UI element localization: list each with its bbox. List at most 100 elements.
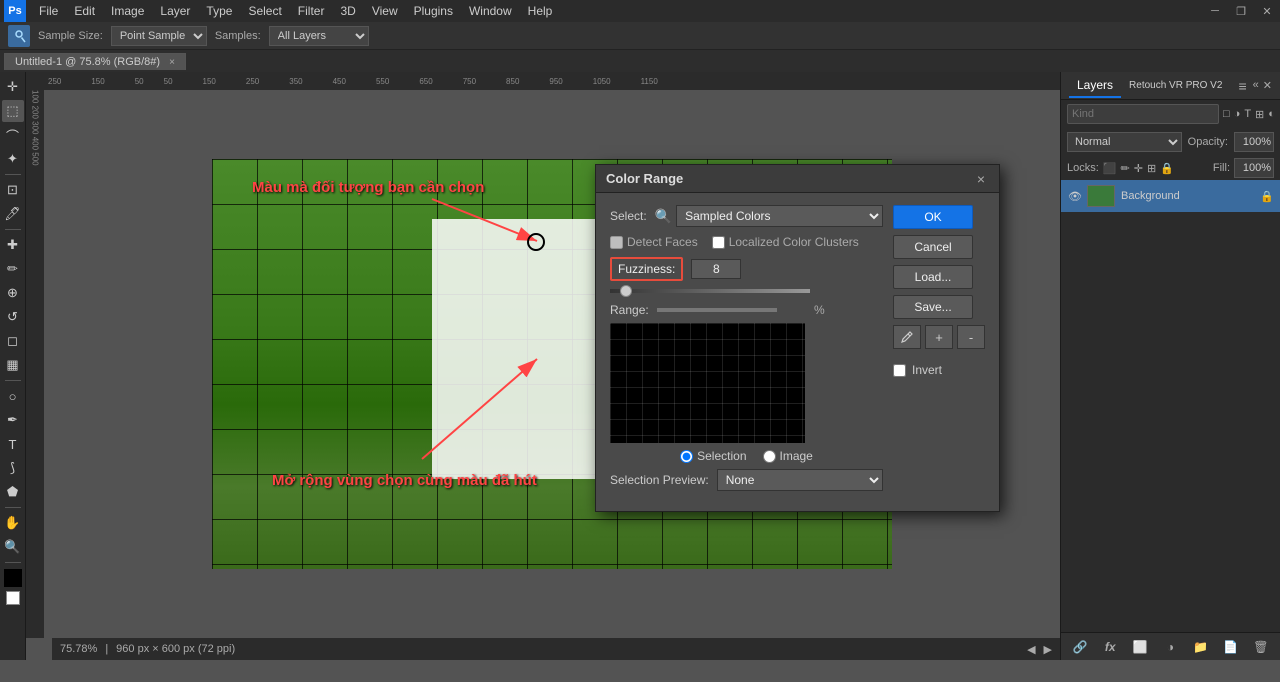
invert-label: Invert [912, 363, 942, 377]
menu-view[interactable]: View [365, 2, 405, 20]
blend-row: Normal Opacity: [1061, 128, 1280, 156]
filter-type-icon[interactable]: T [1244, 105, 1251, 123]
fuzziness-input[interactable] [691, 259, 741, 279]
color-range-dialog[interactable]: Color Range × Select: 🔍 Sampled Colors R… [595, 164, 1000, 512]
eyedropper-subtract-icon[interactable]: - [957, 325, 985, 349]
tab-close-btn[interactable]: × [169, 57, 175, 68]
lasso-tool[interactable]: ⌒ [2, 124, 24, 146]
selection-preview-label: Selection Preview: [610, 473, 709, 487]
eraser-tool[interactable]: ◻ [2, 330, 24, 352]
sample-size-select[interactable]: Point Sample [111, 26, 207, 46]
menu-file[interactable]: File [32, 2, 65, 20]
history-tool[interactable]: ↺ [2, 306, 24, 328]
lock-artboard-icon[interactable]: ⊞ [1147, 162, 1156, 175]
eyedropper-tool[interactable]: 🖊 [2, 203, 24, 225]
panel-menu-icon[interactable]: ≡ [1238, 78, 1246, 94]
menu-image[interactable]: Image [104, 2, 151, 20]
restore-icon[interactable]: ❐ [1232, 2, 1250, 20]
gradient-tool[interactable]: ▦ [2, 354, 24, 376]
zoom-tool[interactable]: 🔍 [2, 536, 24, 558]
adjustment-icon[interactable]: ◑ [1161, 638, 1179, 656]
tab-layers[interactable]: Layers [1069, 74, 1121, 98]
menu-layer[interactable]: Layer [153, 2, 197, 20]
fill-input[interactable] [1234, 158, 1274, 178]
clone-tool[interactable]: ⊕ [2, 282, 24, 304]
cursor-circle [527, 233, 545, 251]
tab-retouch[interactable]: Retouch VR PRO V2 [1121, 76, 1230, 95]
range-slider[interactable] [657, 308, 777, 312]
eyedropper-sample-icon[interactable] [893, 325, 921, 349]
shape-tool[interactable]: ⬟ [2, 481, 24, 503]
panel-collapse-icon[interactable]: « [1253, 79, 1259, 92]
selection-radio[interactable]: Selection [680, 449, 746, 463]
filter-color-icon[interactable]: ◐ [1268, 105, 1275, 123]
save-button[interactable]: Save... [893, 295, 973, 319]
opacity-input[interactable] [1234, 132, 1274, 152]
layer-search-input[interactable] [1067, 104, 1219, 124]
add-mask-icon[interactable]: ⬜ [1131, 638, 1149, 656]
fx-icon[interactable]: fx [1101, 638, 1119, 656]
crop-tool[interactable]: ⊡ [2, 179, 24, 201]
path-tool[interactable]: ⟆ [2, 457, 24, 479]
tool-separator-4 [5, 507, 21, 508]
lock-paint-icon[interactable]: ✏ [1121, 162, 1130, 175]
layers-panel: Layers Retouch VR PRO V2 ≡ « ✕ □ ◑ T ⊞ ◐… [1060, 72, 1280, 660]
menu-help[interactable]: Help [521, 2, 560, 20]
menu-edit[interactable]: Edit [67, 2, 102, 20]
blend-mode-select[interactable]: Normal [1067, 132, 1182, 152]
filter-adj-icon[interactable]: ◑ [1234, 105, 1241, 123]
layer-name: Background [1121, 190, 1260, 202]
invert-checkbox[interactable] [893, 364, 906, 377]
select-tool[interactable]: ⬚ [2, 100, 24, 122]
filter-smart-icon[interactable]: ⊞ [1255, 105, 1264, 123]
menu-3d[interactable]: 3D [333, 2, 362, 20]
panel-close-icon[interactable]: ✕ [1263, 79, 1272, 92]
dodge-tool[interactable]: ○ [2, 385, 24, 407]
lock-all-icon[interactable]: 🔒 [1160, 162, 1174, 175]
ok-button[interactable]: OK [893, 205, 973, 229]
text-tool[interactable]: T [2, 433, 24, 455]
lock-transparency-icon[interactable]: ⬛ [1103, 162, 1117, 175]
link-layers-icon[interactable]: 🔗 [1071, 638, 1089, 656]
foreground-color[interactable] [4, 569, 22, 587]
dialog-close-btn[interactable]: × [973, 171, 989, 187]
new-layer-icon[interactable]: 📄 [1222, 638, 1240, 656]
filter-pixel-icon[interactable]: □ [1223, 105, 1230, 123]
detect-faces-checkbox[interactable]: Detect Faces [610, 235, 698, 249]
menu-filter[interactable]: Filter [291, 2, 332, 20]
cancel-button[interactable]: Cancel [893, 235, 973, 259]
pen-tool[interactable]: ✒ [2, 409, 24, 431]
localized-checkbox[interactable]: Localized Color Clusters [712, 235, 859, 249]
preview-select[interactable]: None Grayscale Black Matte White Matte Q… [717, 469, 883, 491]
fuzziness-slider[interactable] [610, 289, 810, 293]
fuzziness-thumb[interactable] [620, 285, 632, 297]
menu-select[interactable]: Select [241, 2, 288, 20]
delete-layer-icon[interactable]: 🗑 [1252, 638, 1270, 656]
healing-tool[interactable]: ✚ [2, 234, 24, 256]
move-tool[interactable]: ✛ [2, 76, 24, 98]
close-window-icon[interactable]: ✕ [1258, 2, 1276, 20]
group-icon[interactable]: 📁 [1192, 638, 1210, 656]
hand-tool[interactable]: ✋ [2, 512, 24, 534]
load-button[interactable]: Load... [893, 265, 973, 289]
select-dropdown[interactable]: Sampled Colors Reds Yellows Greens Cyans… [676, 205, 883, 227]
eyedropper-add-icon[interactable]: + [925, 325, 953, 349]
preview-row: Selection Preview: None Grayscale Black … [610, 469, 883, 491]
brush-tool[interactable]: ✏ [2, 258, 24, 280]
menu-window[interactable]: Window [462, 2, 519, 20]
image-radio[interactable]: Image [763, 449, 813, 463]
range-percent: % [785, 303, 825, 317]
scroll-left-icon[interactable]: ◀ [1027, 643, 1035, 656]
lock-position-icon[interactable]: ✛ [1134, 162, 1143, 175]
menu-plugins[interactable]: Plugins [407, 2, 460, 20]
layer-visibility-icon[interactable]: 👁 [1067, 188, 1083, 204]
magic-wand-tool[interactable]: ✦ [2, 148, 24, 170]
background-color[interactable] [6, 591, 20, 605]
minimize-icon[interactable]: ─ [1206, 2, 1224, 20]
menu-type[interactable]: Type [199, 2, 239, 20]
toolbar: ✛ ⬚ ⌒ ✦ ⊡ 🖊 ✚ ✏ ⊕ ↺ ◻ ▦ ○ ✒ T ⟆ ⬟ ✋ 🔍 [0, 72, 26, 660]
samples-select[interactable]: All Layers [269, 26, 369, 46]
scroll-right-icon[interactable]: ▶ [1044, 643, 1052, 656]
layer-item[interactable]: 👁 Background 🔒 [1061, 180, 1280, 212]
document-tab[interactable]: Untitled-1 @ 75.8% (RGB/8#) × [4, 53, 186, 70]
